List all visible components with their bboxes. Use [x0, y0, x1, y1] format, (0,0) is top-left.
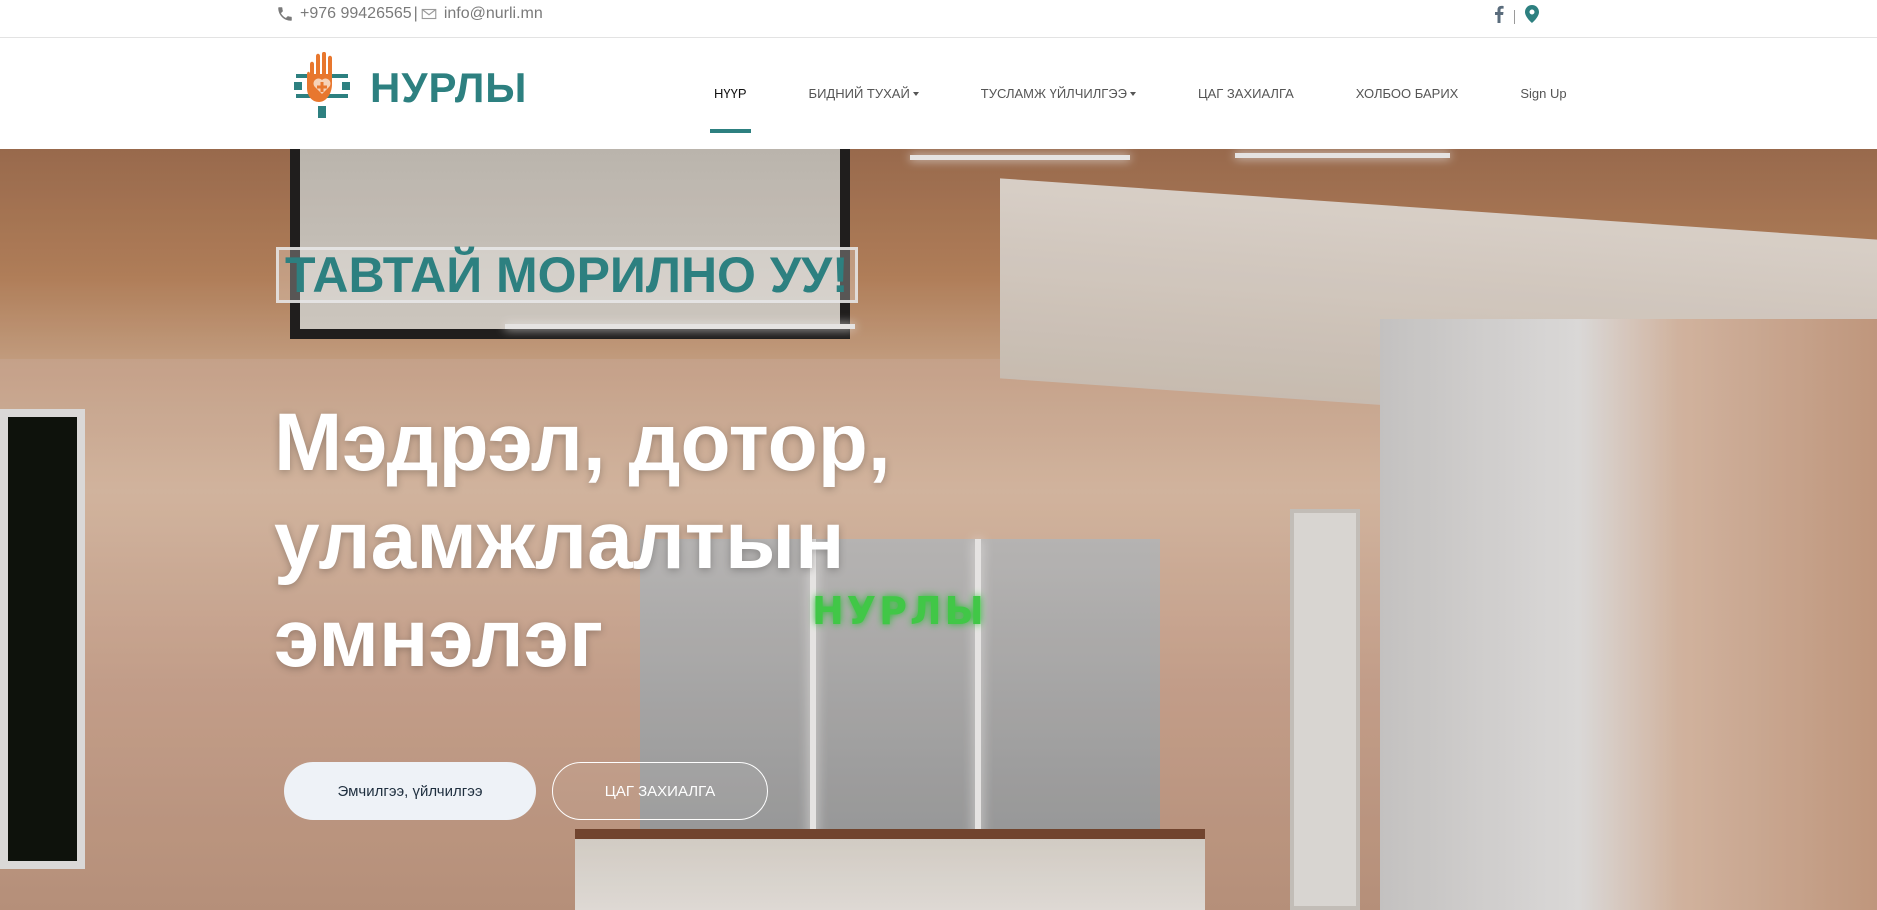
nav-item-label: ЦАГ ЗАХИАЛГА	[1197, 86, 1294, 101]
nav-item-label: Sign Up	[1520, 86, 1567, 101]
nav-item-contact[interactable]: ХОЛБОО БАРИХ	[1342, 38, 1473, 149]
caret-down-icon	[1129, 91, 1136, 96]
nav-item-about[interactable]: БИДНИЙ ТУХАЙ	[795, 38, 933, 149]
mail-icon	[420, 5, 438, 23]
nav-item-sign-up[interactable]: Sign Up	[1506, 38, 1580, 149]
social-divider	[1514, 9, 1515, 24]
services-button-label: Эмчилгээ, үйлчилгээ	[337, 782, 483, 800]
nurly-hand-heart-logo	[292, 51, 352, 123]
main-navbar: НУРЛЫ НҮҮР БИДНИЙ ТУХАЙ ТУСЛАМЖ ҮЙЛЧИЛГЭ…	[0, 38, 1877, 149]
welcome-heading: ТАВТАЙ МОРИЛНО УУ!	[276, 247, 858, 303]
primary-nav: НҮҮР БИДНИЙ ТУХАЙ ТУСЛАМЖ ҮЙЛЧИЛГЭЭ ЦАГ …	[700, 38, 1581, 149]
hero-headline: Мэдрэл, дотор, уламжлалтын эмнэлэг	[274, 397, 891, 684]
map-marker-icon[interactable]	[1525, 5, 1539, 28]
contact-info: +976 99426565 | info@nurli.mn	[276, 5, 543, 23]
phone-number[interactable]: +976 99426565	[300, 5, 412, 23]
top-bar: +976 99426565 | info@nurli.mn	[0, 0, 1877, 38]
contact-separator: |	[413, 5, 418, 22]
brand[interactable]: НУРЛЫ	[292, 51, 528, 123]
nav-item-label: ТУСЛАМЖ ҮЙЛЧИЛГЭЭ	[980, 86, 1127, 101]
nav-item-services[interactable]: ТУСЛАМЖ ҮЙЛЧИЛГЭЭ	[967, 38, 1150, 149]
email-link[interactable]: info@nurli.mn	[444, 5, 543, 23]
appointment-button[interactable]: ЦАГ ЗАХИАЛГА	[552, 762, 768, 820]
hero-section: НУРЛЫ ТАВТАЙ МОРИЛНО УУ! Мэдрэл, дотор, …	[0, 149, 1877, 910]
social-links	[1494, 5, 1539, 28]
phone-icon	[276, 5, 294, 23]
facebook-icon[interactable]	[1494, 5, 1504, 28]
nav-item-label: БИДНИЙ ТУХАЙ	[808, 86, 910, 101]
nav-item-home[interactable]: НҮҮР	[700, 38, 761, 149]
services-button[interactable]: Эмчилгээ, үйлчилгээ	[284, 762, 536, 820]
nav-item-label: ХОЛБОО БАРИХ	[1355, 86, 1459, 101]
caret-down-icon	[912, 91, 919, 96]
appointment-button-label: ЦАГ ЗАХИАЛГА	[604, 782, 716, 800]
nav-item-label: НҮҮР	[714, 86, 747, 101]
nav-item-appointment[interactable]: ЦАГ ЗАХИАЛГА	[1184, 38, 1308, 149]
brand-name: НУРЛЫ	[370, 63, 528, 111]
